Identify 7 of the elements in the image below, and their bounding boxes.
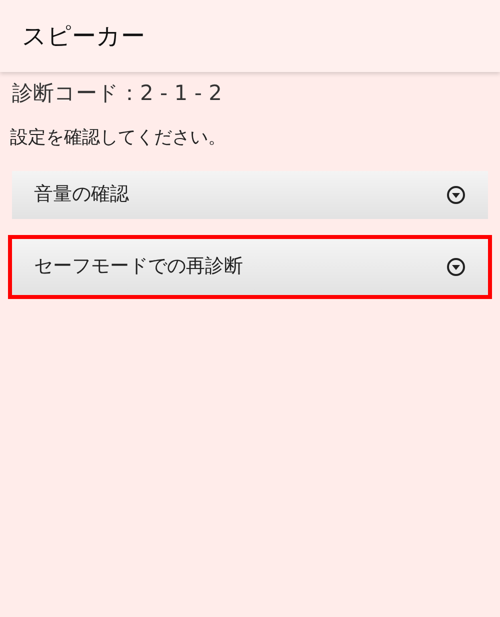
chevron-down-icon [446, 184, 466, 204]
accordion-item[interactable]: セーフモードでの再診断 [8, 234, 492, 298]
chevron-down-icon [446, 256, 466, 276]
page-title: スピーカー [22, 21, 145, 52]
diagnostic-code-value: 2 - 1 - 2 [140, 80, 222, 107]
instruction-text: 設定を確認してください。 [10, 126, 226, 148]
diagnostic-code-label: 診断コード： [12, 80, 140, 107]
